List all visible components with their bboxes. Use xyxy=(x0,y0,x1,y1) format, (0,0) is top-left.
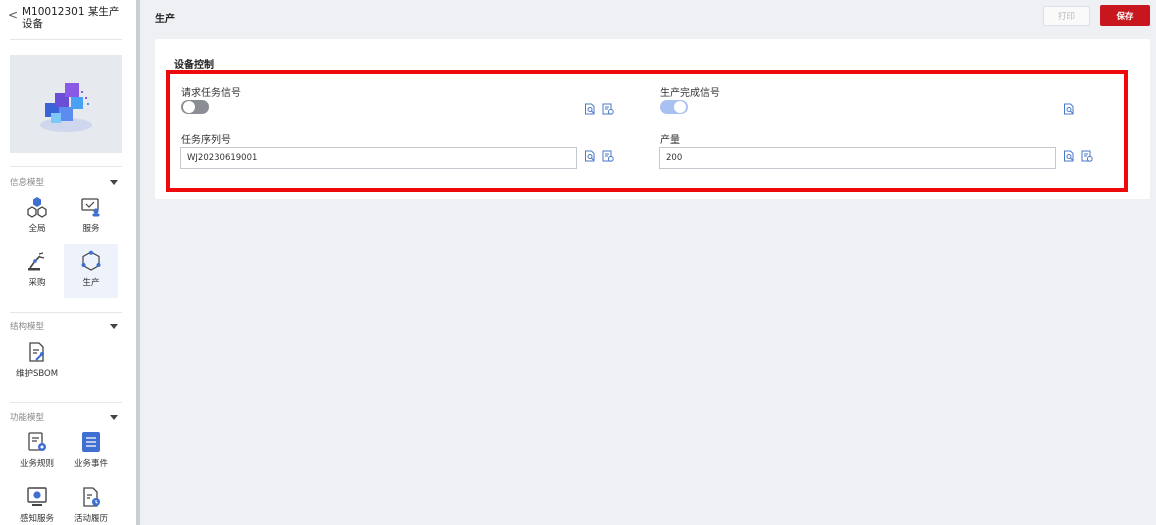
print-button[interactable]: 打印 xyxy=(1043,6,1090,26)
caret-down-icon[interactable] xyxy=(110,414,118,420)
request-signal-toggle[interactable] xyxy=(181,100,209,114)
divider xyxy=(10,402,122,403)
sidebar-item-label: 业务事件 xyxy=(73,459,108,469)
section-label: 功能模型 xyxy=(10,413,45,423)
sidebar-item-label: 生产 xyxy=(82,278,100,288)
save-button[interactable]: 保存 xyxy=(1100,5,1150,26)
sidebar: < M10012301 某生产设备 信息模型 全局 服务 采购 生产 结构模型 … xyxy=(0,0,136,525)
section-function-model[interactable]: 功能模型 xyxy=(10,410,122,424)
device-image xyxy=(10,55,122,153)
header-bar: 生产 打印 保存 xyxy=(140,0,1156,34)
sidebar-item-sensing-service[interactable]: 感知服务 xyxy=(8,480,66,525)
sidebar-item-global[interactable]: 全局 xyxy=(10,190,64,244)
output-input[interactable]: 200 xyxy=(659,147,1056,169)
robot-arm-icon xyxy=(26,250,48,272)
view-history-icon[interactable] xyxy=(1063,103,1075,115)
divider xyxy=(10,166,122,167)
sidebar-item-label: 感知服务 xyxy=(19,514,54,524)
activity-document-icon xyxy=(80,486,102,508)
highlight-box xyxy=(166,70,1128,192)
view-history-icon[interactable] xyxy=(1063,150,1075,162)
sidebar-item-label: 业务规则 xyxy=(19,459,54,469)
sidebar-item-purchase[interactable]: 采购 xyxy=(10,244,64,298)
sidebar-item-production[interactable]: 生产 xyxy=(64,244,118,298)
settings-document-icon[interactable] xyxy=(602,150,614,162)
divider xyxy=(10,312,122,313)
toggle-knob xyxy=(674,101,686,113)
production-hexagon-icon xyxy=(80,250,102,272)
section-structure-model[interactable]: 结构模型 xyxy=(10,319,122,333)
sidebar-item-sbom[interactable]: 维护SBOM xyxy=(8,335,66,389)
sidebar-item-label: 维护SBOM xyxy=(15,369,59,379)
section-label: 信息模型 xyxy=(10,178,45,188)
settings-document-icon[interactable] xyxy=(1081,150,1093,162)
task-serial-label: 任务序列号 xyxy=(181,135,231,146)
output-label: 产量 xyxy=(660,135,680,146)
sidebar-item-label: 全局 xyxy=(28,224,46,234)
done-signal-label: 生产完成信号 xyxy=(660,88,720,99)
service-monitor-icon xyxy=(80,196,102,218)
toggle-knob xyxy=(183,101,195,113)
request-signal-label: 请求任务信号 xyxy=(181,88,241,99)
done-signal-toggle[interactable] xyxy=(660,100,688,114)
view-history-icon[interactable] xyxy=(584,103,596,115)
settings-document-icon[interactable] xyxy=(602,103,614,115)
device-header: < M10012301 某生产设备 xyxy=(8,4,124,38)
section-info-model[interactable]: 信息模型 xyxy=(10,175,122,189)
page-title: 生产 xyxy=(155,14,175,25)
caret-down-icon[interactable] xyxy=(110,323,118,329)
sidebar-item-label: 活动履历 xyxy=(73,514,108,524)
sidebar-item-service[interactable]: 服务 xyxy=(64,190,118,244)
sensing-monitor-icon xyxy=(26,486,48,508)
back-button[interactable]: < xyxy=(8,4,22,38)
sidebar-item-business-events[interactable]: 业务事件 xyxy=(62,425,120,479)
hexagon-cluster-icon xyxy=(26,196,48,218)
device-title: M10012301 某生产设备 xyxy=(22,6,120,30)
sidebar-item-business-rules[interactable]: 业务规则 xyxy=(8,425,66,479)
caret-down-icon[interactable] xyxy=(110,179,118,185)
document-tool-icon xyxy=(26,341,48,363)
section-label: 结构模型 xyxy=(10,322,45,332)
sidebar-item-activity-history[interactable]: 活动履历 xyxy=(62,480,120,525)
event-list-icon xyxy=(80,431,102,453)
card-title: 设备控制 xyxy=(174,60,214,71)
divider xyxy=(10,39,122,40)
sidebar-item-label: 采购 xyxy=(28,278,46,288)
device-cubes-icon xyxy=(40,83,92,132)
sidebar-item-label: 服务 xyxy=(82,224,100,234)
rules-document-icon xyxy=(26,431,48,453)
task-serial-input[interactable]: WJ20230619001 xyxy=(180,147,577,169)
view-history-icon[interactable] xyxy=(584,150,596,162)
sidebar-scrollbar[interactable] xyxy=(136,0,140,525)
